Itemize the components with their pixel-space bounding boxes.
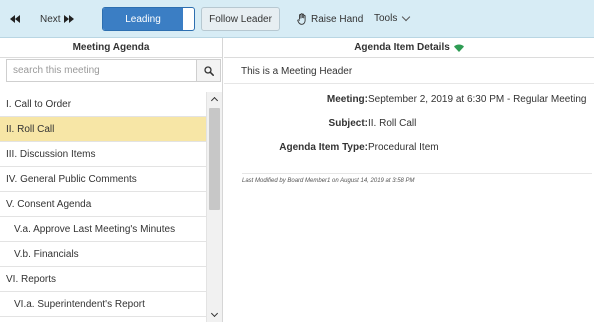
scrollbar-thumb[interactable] (209, 108, 220, 210)
agenda-item-general-public-comments[interactable]: IV. General Public Comments (0, 167, 206, 192)
details-panel-header: Agenda Item Details (224, 38, 594, 58)
tools-label: Tools (374, 13, 398, 24)
detail-subject-row: Subject: II. Roll Call (224, 118, 594, 132)
agenda-item-financials[interactable]: V.b. Financials (0, 242, 206, 267)
leading-toggle[interactable]: Leading (102, 7, 195, 31)
detail-meeting-row: Meeting: September 2, 2019 at 6:30 PM - … (224, 94, 594, 108)
meeting-label: Meeting: (326, 94, 368, 105)
search-button[interactable] (196, 60, 220, 81)
agenda-list: I. Call to Order II. Roll Call III. Disc… (0, 92, 206, 322)
next-button[interactable]: Next (40, 13, 74, 25)
scroll-up-button[interactable] (207, 92, 222, 106)
detail-type-row: Agenda Item Type: Procedural Item (224, 142, 594, 156)
details-panel-title: Agenda Item Details (354, 42, 450, 53)
last-modified-text: Last Modified by Board Member1 on August… (242, 173, 592, 184)
scroll-down-button[interactable] (207, 308, 222, 322)
chevron-up-icon (210, 96, 219, 105)
agenda-item-type-value: Procedural Item (368, 142, 439, 153)
agenda-scrollbar[interactable] (206, 92, 222, 322)
agenda-item-reports[interactable]: VI. Reports (0, 267, 206, 292)
search-icon (203, 65, 214, 76)
double-chevron-right-icon (63, 15, 74, 23)
raise-hand-label: Raise Hand (311, 13, 364, 25)
search-input[interactable] (7, 60, 196, 81)
wifi-signal-icon (453, 43, 464, 52)
next-label: Next (40, 13, 61, 25)
meeting-value: September 2, 2019 at 6:30 PM - Regular M… (368, 94, 587, 105)
double-chevron-left-icon (10, 15, 20, 23)
leading-toggle-label: Leading (103, 8, 183, 30)
previous-button[interactable] (10, 13, 26, 25)
agenda-item-type-label: Agenda Item Type: (279, 142, 368, 153)
tools-menu-button[interactable]: Tools (374, 12, 411, 24)
agenda-item-consent-agenda[interactable]: V. Consent Agenda (0, 192, 206, 217)
chevron-down-icon (210, 309, 219, 318)
agenda-search (6, 59, 221, 82)
agenda-item-discussion-items[interactable]: III. Discussion Items (0, 142, 206, 167)
subject-value: II. Roll Call (368, 118, 417, 129)
agenda-panel-title: Meeting Agenda (0, 38, 222, 58)
meeting-header: This is a Meeting Header (224, 60, 594, 84)
subject-label: Subject: (328, 118, 368, 129)
agenda-item-roll-call[interactable]: II. Roll Call (0, 117, 206, 142)
agenda-item-details-panel: Agenda Item Details This is a Meeting He… (224, 38, 594, 322)
agenda-item-superintendents-report[interactable]: VI.a. Superintendent's Report (0, 292, 206, 317)
agenda-item-approve-minutes[interactable]: V.a. Approve Last Meeting's Minutes (0, 217, 206, 242)
agenda-item-call-to-order[interactable]: I. Call to Order (0, 92, 206, 117)
follow-leader-button[interactable]: Follow Leader (201, 7, 280, 31)
raise-hand-button[interactable]: Raise Hand (297, 13, 363, 25)
agenda-panel: Meeting Agenda I. Call to Order II. Roll… (0, 38, 223, 322)
chevron-down-icon (402, 12, 411, 21)
hand-icon (297, 13, 306, 25)
meeting-toolbar: Next Leading Follow Leader Raise Hand To… (0, 0, 594, 38)
